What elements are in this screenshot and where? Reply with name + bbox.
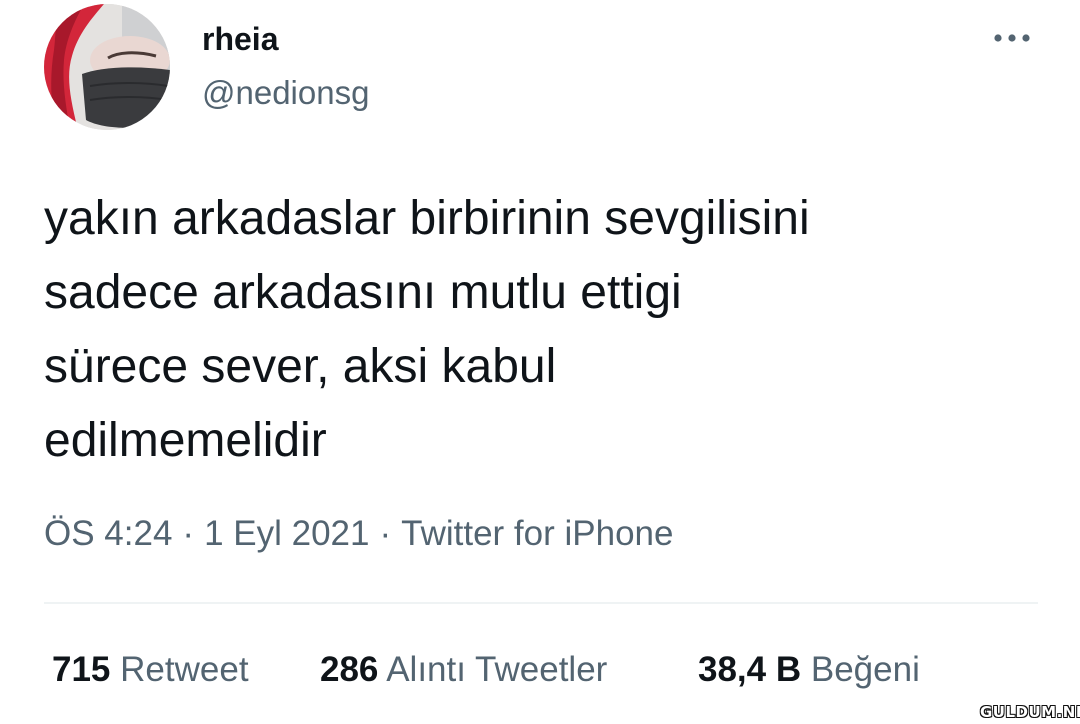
retweets-stat[interactable]: 715 Retweet: [52, 648, 249, 692]
meta-separator: ·: [182, 514, 195, 553]
quote-tweets-label: Alıntı Tweetler: [386, 650, 608, 689]
more-horizontal-icon: [994, 34, 1030, 42]
user-handle[interactable]: @nedionsg: [202, 73, 369, 113]
tweet-date[interactable]: 1 Eyl 2021: [204, 514, 369, 553]
retweets-count: 715: [52, 650, 111, 689]
retweets-label: Retweet: [120, 650, 249, 689]
more-options-button[interactable]: [984, 18, 1040, 58]
likes-count: 38,4 B: [698, 650, 802, 689]
display-name[interactable]: rheia: [202, 20, 278, 58]
likes-label: Beğeni: [810, 650, 920, 689]
watermark: GULDUM.NET: [980, 703, 1080, 721]
tweet-card: rheia @nedionsg yakın arkadaslar birbiri…: [0, 0, 1080, 724]
avatar-image: [44, 4, 170, 130]
tweet-metadata: ÖS 4:24 · 1 Eyl 2021 · Twitter for iPhone: [44, 512, 673, 556]
likes-stat[interactable]: 38,4 B Beğeni: [698, 648, 920, 692]
tweet-source[interactable]: Twitter for iPhone: [401, 514, 673, 553]
tweet-text: yakın arkadaslar birbirinin sevgilisini …: [44, 192, 810, 467]
avatar[interactable]: [44, 4, 170, 130]
quote-tweets-stat[interactable]: 286 Alıntı Tweetler: [320, 648, 607, 692]
meta-separator: ·: [379, 514, 392, 553]
quote-tweets-count: 286: [320, 650, 379, 689]
divider: [44, 602, 1038, 604]
tweet-time[interactable]: ÖS 4:24: [44, 514, 172, 553]
